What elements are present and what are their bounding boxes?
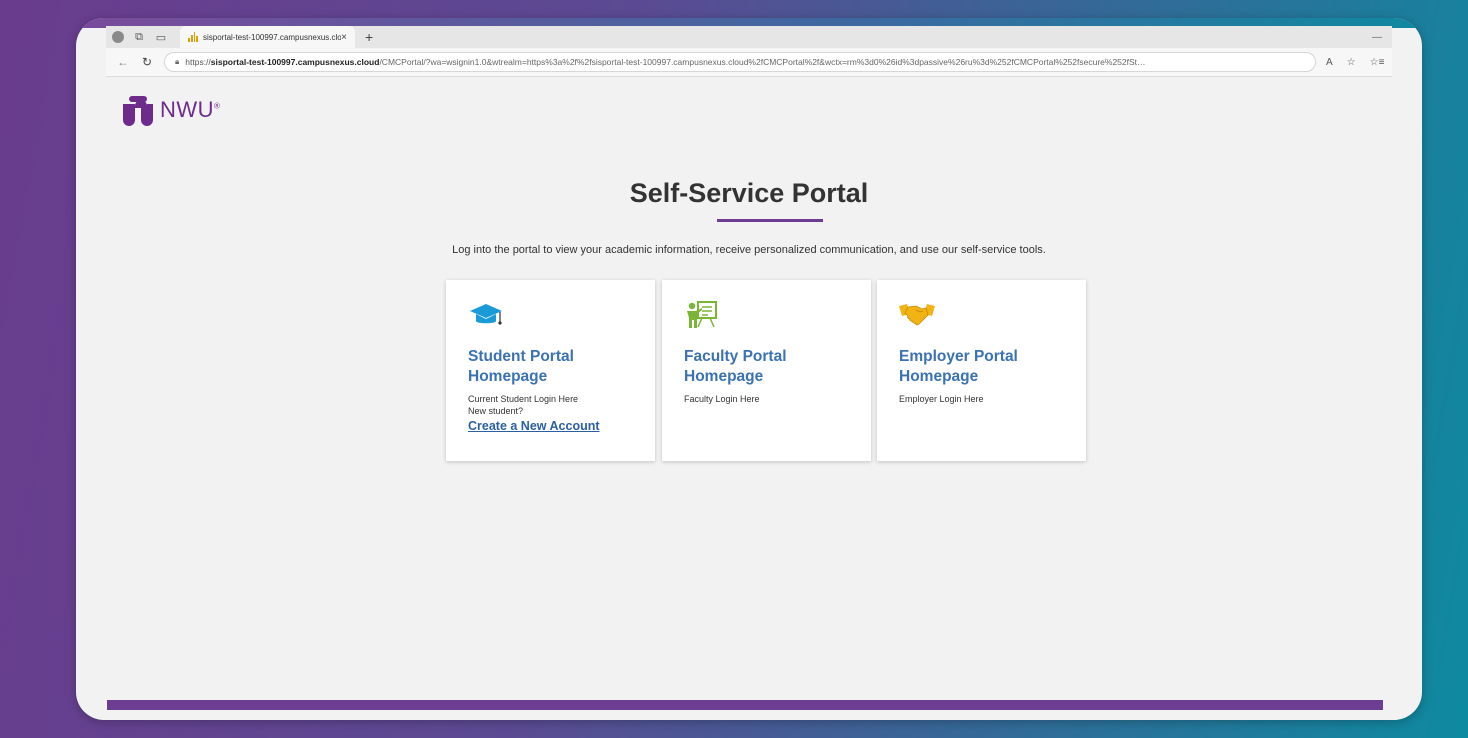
back-icon[interactable]: ← (116, 55, 130, 69)
nwu-logo-mark-icon (123, 96, 153, 126)
nwu-logo[interactable]: NWU® (120, 92, 220, 128)
tab-title: sisportal-test-100997.campusnexus.cloud (203, 32, 342, 42)
tab-bar: ⧉ ▭ sisportal-test-100997.campusnexus.cl… (106, 26, 1392, 48)
browser-window: ⧉ ▭ sisportal-test-100997.campusnexus.cl… (76, 18, 1422, 720)
new-tab-button[interactable]: + (365, 29, 373, 45)
page-title: Self-Service Portal (629, 178, 869, 208)
url-path: /CMCPortal/?wa=wsignin1.0&wtrealm=https%… (379, 57, 1146, 67)
url-host: sisportal-test-100997.campusnexus.cloud (210, 57, 380, 67)
title-divider (717, 219, 823, 222)
footer-bar (107, 700, 1383, 710)
faculty-portal-card[interactable]: Faculty Portal Homepage Faculty Login He… (662, 280, 871, 461)
favorite-star-icon[interactable]: ☆ (1347, 57, 1356, 68)
tab-close-icon[interactable]: × (341, 32, 347, 43)
student-portal-title[interactable]: Student Portal Homepage (468, 347, 633, 387)
refresh-icon[interactable]: ↻ (140, 55, 154, 69)
employer-portal-card[interactable]: Employer Portal Homepage Employer Login … (877, 280, 1086, 461)
minimize-button[interactable]: — (1372, 32, 1382, 43)
url-scheme: https:// (185, 57, 211, 67)
employer-portal-desc: Employer Login Here (899, 394, 984, 404)
browser-tab[interactable]: sisportal-test-100997.campusnexus.cloud … (180, 26, 355, 48)
faculty-portal-title[interactable]: Faculty Portal Homepage (684, 347, 849, 387)
site-favicon-icon (188, 32, 198, 42)
employer-portal-title[interactable]: Employer Portal Homepage (899, 347, 1064, 387)
faculty-portal-desc: Faculty Login Here (684, 394, 760, 404)
workspaces-icon[interactable]: ⧉ (132, 30, 146, 44)
student-portal-desc: Current Student Login Here New student? (468, 394, 579, 416)
handshake-icon (899, 304, 935, 326)
page-subtitle: Log into the portal to view your academi… (452, 244, 1046, 256)
profile-icon[interactable] (112, 31, 124, 43)
favorites-bar-icon[interactable]: ☆≡ (1370, 57, 1385, 68)
graduation-cap-icon (470, 304, 502, 325)
logo-text: NWU® (160, 97, 221, 122)
create-account-link[interactable]: Create a New Account (468, 419, 600, 433)
student-portal-card[interactable]: Student Portal Homepage Current Student … (446, 280, 655, 461)
lock-icon[interactable]: 🔒︎ (175, 57, 179, 67)
address-bar: ← ↻ 🔒︎ https://sisportal-test-100997.cam… (106, 48, 1392, 77)
tab-actions-icon[interactable]: ▭ (154, 30, 168, 44)
teacher-board-icon (687, 301, 717, 328)
url-input[interactable]: 🔒︎ https://sisportal-test-100997.campusn… (164, 52, 1316, 72)
read-aloud-icon[interactable]: A (1326, 57, 1333, 68)
